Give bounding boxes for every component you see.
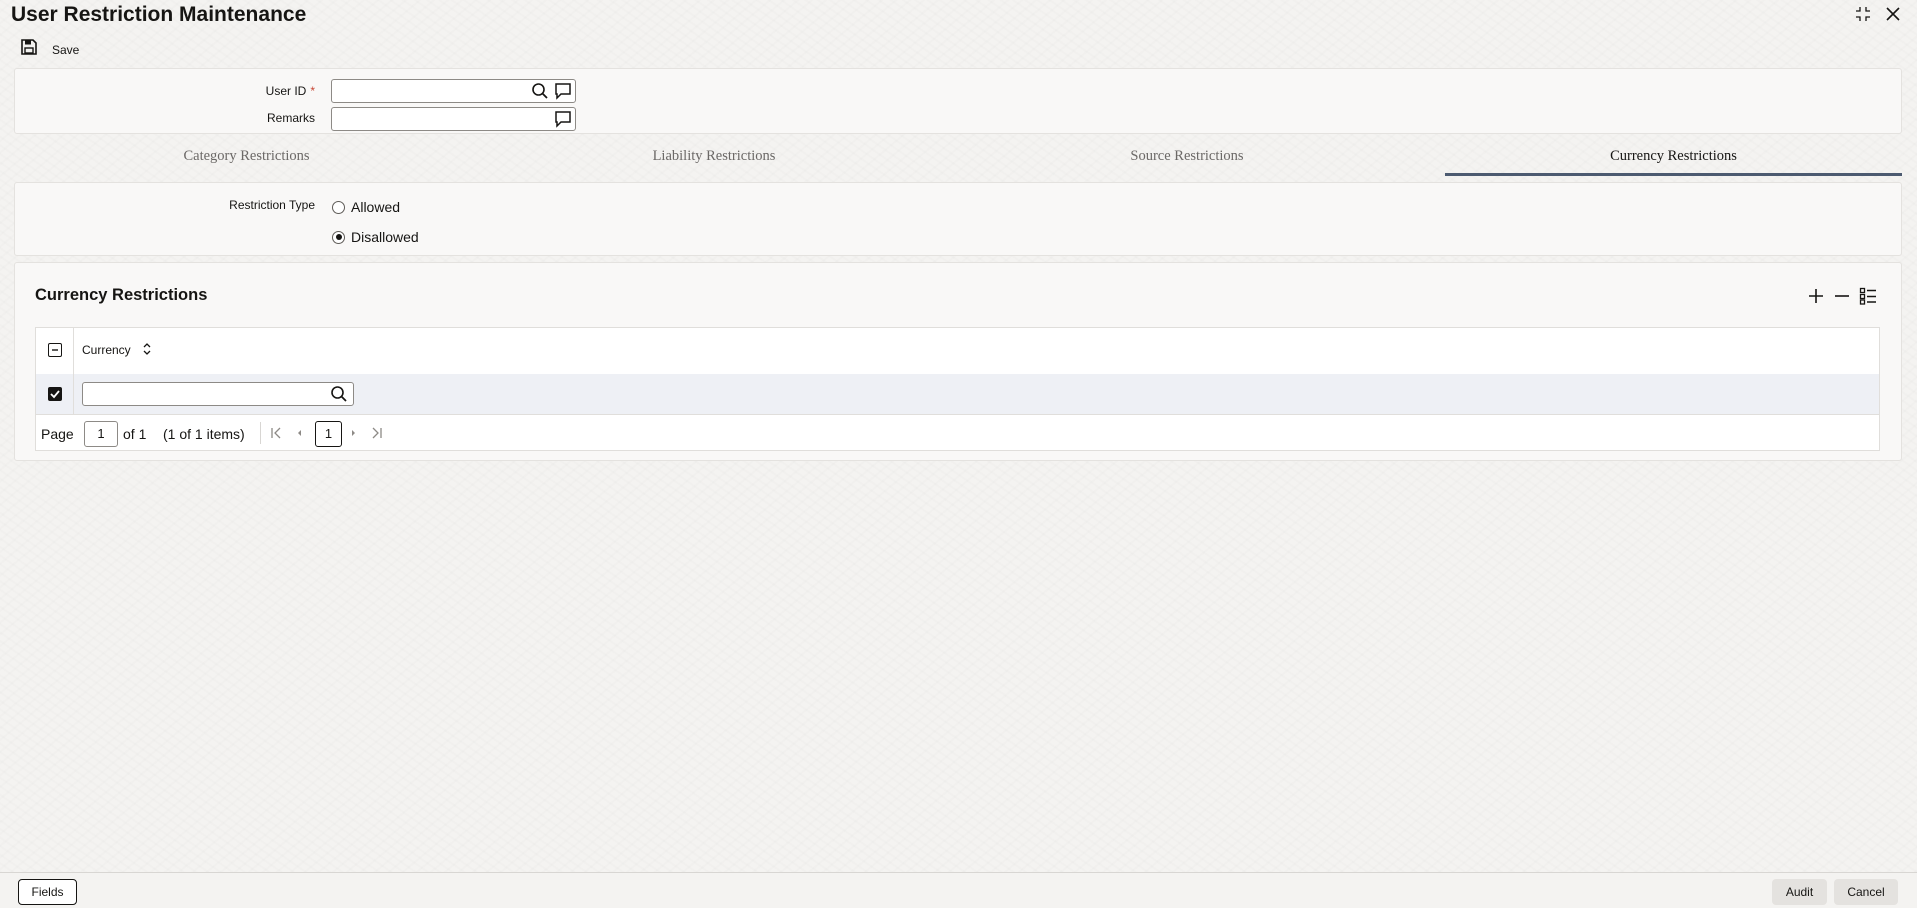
search-icon[interactable] [531,82,549,100]
section-title: Currency Restrictions [35,286,208,304]
radio-allowed-dot[interactable] [332,200,345,214]
first-page-icon[interactable] [269,426,283,440]
save-button[interactable]: Save [20,38,79,61]
comment-icon[interactable] [554,110,572,128]
cancel-button[interactable]: Cancel [1834,879,1898,905]
close-icon[interactable] [1883,4,1903,24]
radio-allowed-label: Allowed [351,199,401,215]
page-number-input[interactable]: 1 [84,421,118,447]
footer-bar: Fields Audit Cancel [0,872,1917,908]
restriction-type-panel: Restriction Type Allowed Disallowed [14,182,1902,256]
pager-divider [260,422,261,444]
restriction-type-label: Restriction Type [229,198,315,212]
user-id-label: User ID * [265,84,315,98]
row-checkbox[interactable] [48,387,62,401]
tab-category-restrictions[interactable]: Category Restrictions [14,146,479,176]
last-page-icon[interactable] [370,426,384,440]
add-row-icon[interactable] [1807,287,1825,305]
comment-icon[interactable] [554,82,572,100]
select-all-checkbox[interactable] [48,343,62,357]
header-form-panel: User ID * Remarks [14,68,1902,134]
fields-button[interactable]: Fields [18,879,77,905]
save-label: Save [52,42,80,57]
remarks-label: Remarks [266,111,315,125]
radio-disallowed-dot[interactable] [332,230,345,244]
pagination-bar: Page 1 of 1 (1 of 1 items) 1 [36,414,1879,452]
column-divider [73,328,74,414]
table-row[interactable] [36,374,1879,415]
currency-input[interactable] [82,382,354,406]
next-page-icon[interactable] [347,426,361,440]
delete-row-icon[interactable] [1833,287,1851,305]
column-header-currency[interactable]: Currency [82,343,131,357]
remarks-field[interactable] [331,107,576,131]
sort-icon[interactable] [140,341,154,357]
window-controls [1853,4,1903,24]
current-page-button[interactable]: 1 [315,421,342,447]
currency-grid: Currency Page 1 of 1 (1 of 1 items) 1 [35,327,1880,451]
tab-currency-restrictions[interactable]: Currency Restrictions [1445,146,1902,176]
radio-disallowed-label: Disallowed [351,229,419,245]
collapse-icon[interactable] [1853,4,1873,24]
page-title: User Restriction Maintenance [11,3,307,26]
page-label: Page [41,426,74,442]
audit-button[interactable]: Audit [1772,879,1827,905]
tab-bar: Category Restrictions Liability Restrict… [14,146,1902,176]
search-icon[interactable] [330,385,348,403]
page-total: of 1 [123,426,147,442]
tab-source-restrictions[interactable]: Source Restrictions [949,146,1425,176]
items-summary: (1 of 1 items) [163,426,245,442]
tab-liability-restrictions[interactable]: Liability Restrictions [479,146,949,176]
save-icon [20,38,38,61]
list-view-icon[interactable] [1859,287,1877,305]
prev-page-icon[interactable] [292,426,306,440]
radio-disallowed[interactable]: Disallowed [332,229,419,245]
grid-header: Currency [36,328,1879,375]
required-marker: * [310,84,315,98]
radio-allowed[interactable]: Allowed [332,199,400,215]
